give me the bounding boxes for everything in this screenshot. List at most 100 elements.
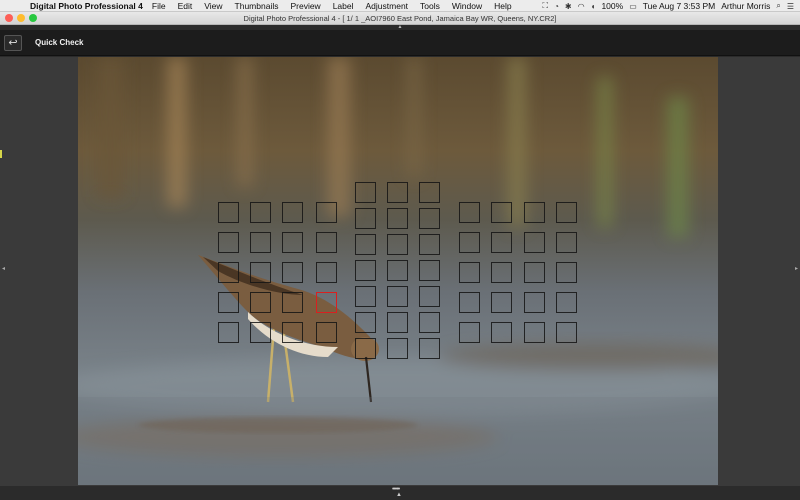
time-machine-icon[interactable]: ◔ bbox=[554, 2, 559, 11]
menu-tools[interactable]: Tools bbox=[420, 1, 440, 11]
collapse-up-icon-bottom[interactable]: ▲ bbox=[396, 492, 402, 498]
af-point bbox=[355, 208, 376, 229]
af-point bbox=[355, 286, 376, 307]
af-point bbox=[556, 292, 577, 313]
af-point bbox=[419, 208, 440, 229]
right-expand-icon[interactable]: ▸ bbox=[795, 265, 798, 272]
af-point bbox=[250, 322, 271, 343]
toolbar: ↩ Quick Check bbox=[0, 30, 800, 56]
af-point bbox=[355, 182, 376, 203]
af-point bbox=[524, 202, 545, 223]
af-point bbox=[250, 232, 271, 253]
menu-adjustment[interactable]: Adjustment bbox=[366, 1, 409, 11]
af-point bbox=[556, 232, 577, 253]
menu-bar: Digital Photo Professional 4 File Edit V… bbox=[0, 0, 800, 12]
app-menu[interactable]: Digital Photo Professional 4 bbox=[30, 1, 143, 11]
bluetooth-icon[interactable]: ✱ bbox=[565, 2, 572, 11]
wifi-icon[interactable]: ◠ bbox=[578, 2, 585, 11]
af-point bbox=[419, 234, 440, 255]
af-point bbox=[459, 322, 480, 343]
af-point bbox=[524, 232, 545, 253]
af-point bbox=[491, 292, 512, 313]
af-point bbox=[282, 322, 303, 343]
bottom-bar: ••••• ▲ bbox=[0, 486, 800, 500]
menu-preview[interactable]: Preview bbox=[290, 1, 320, 11]
af-point bbox=[459, 202, 480, 223]
menu-view[interactable]: View bbox=[204, 1, 222, 11]
af-point bbox=[282, 202, 303, 223]
back-arrow-icon: ↩ bbox=[8, 36, 18, 49]
af-point bbox=[524, 322, 545, 343]
af-point bbox=[316, 262, 337, 283]
tool-title: Quick Check bbox=[35, 38, 84, 47]
volume-icon[interactable]: ◖ bbox=[591, 2, 596, 11]
af-point bbox=[218, 322, 239, 343]
af-point bbox=[282, 232, 303, 253]
clock[interactable]: Tue Aug 7 3:53 PM bbox=[643, 1, 715, 11]
af-point bbox=[355, 338, 376, 359]
af-point bbox=[250, 292, 271, 313]
photo-preview[interactable] bbox=[78, 57, 718, 485]
af-point bbox=[419, 286, 440, 307]
af-point bbox=[316, 322, 337, 343]
af-point bbox=[282, 262, 303, 283]
af-point bbox=[387, 208, 408, 229]
window-controls bbox=[5, 14, 37, 22]
menu-thumbnails[interactable]: Thumbnails bbox=[235, 1, 279, 11]
af-point bbox=[387, 234, 408, 255]
battery-icon[interactable]: ▭ bbox=[629, 2, 637, 11]
close-button[interactable] bbox=[5, 14, 13, 22]
af-point bbox=[316, 232, 337, 253]
search-icon[interactable]: ⌕ bbox=[776, 1, 780, 11]
af-point bbox=[218, 292, 239, 313]
af-point bbox=[459, 292, 480, 313]
window-title: Digital Photo Professional 4 - [ 1/ 1 _A… bbox=[243, 13, 557, 23]
af-point bbox=[556, 202, 577, 223]
menu-help[interactable]: Help bbox=[494, 1, 511, 11]
af-point bbox=[419, 182, 440, 203]
af-point bbox=[491, 322, 512, 343]
menu-window[interactable]: Window bbox=[452, 1, 482, 11]
zoom-button[interactable] bbox=[29, 14, 37, 22]
af-point bbox=[387, 312, 408, 333]
af-point bbox=[556, 322, 577, 343]
af-point bbox=[282, 292, 303, 313]
af-point bbox=[459, 262, 480, 283]
af-point bbox=[316, 202, 337, 223]
af-point bbox=[355, 234, 376, 255]
af-point bbox=[218, 262, 239, 283]
binoculars-icon[interactable]: ⛶ bbox=[542, 1, 548, 11]
af-point bbox=[459, 232, 480, 253]
af-point bbox=[524, 292, 545, 313]
back-button[interactable]: ↩ bbox=[4, 34, 22, 51]
af-point bbox=[250, 262, 271, 283]
af-point bbox=[387, 182, 408, 203]
af-point bbox=[556, 262, 577, 283]
af-point bbox=[387, 338, 408, 359]
battery-percent: 100% bbox=[601, 1, 624, 11]
af-point bbox=[419, 260, 440, 281]
af-point bbox=[218, 232, 239, 253]
af-point bbox=[524, 262, 545, 283]
menu-label[interactable]: Label bbox=[333, 1, 354, 11]
left-panel-marker bbox=[0, 150, 2, 158]
menu-file[interactable]: File bbox=[152, 1, 166, 11]
af-point-active bbox=[316, 292, 337, 313]
user-name[interactable]: Arthur Morris bbox=[721, 1, 770, 11]
af-point bbox=[419, 312, 440, 333]
left-expand-icon[interactable]: ◂ bbox=[2, 265, 5, 272]
af-point bbox=[419, 338, 440, 359]
af-point bbox=[355, 260, 376, 281]
af-point bbox=[387, 286, 408, 307]
af-point bbox=[491, 262, 512, 283]
af-point bbox=[250, 202, 271, 223]
image-viewer: ◂ ▸ bbox=[0, 57, 800, 486]
menu-edit[interactable]: Edit bbox=[178, 1, 193, 11]
af-point bbox=[491, 232, 512, 253]
af-point bbox=[491, 202, 512, 223]
af-point bbox=[387, 260, 408, 281]
list-icon[interactable]: ☰ bbox=[787, 2, 794, 11]
af-point bbox=[218, 202, 239, 223]
minimize-button[interactable] bbox=[17, 14, 25, 22]
af-point bbox=[355, 312, 376, 333]
